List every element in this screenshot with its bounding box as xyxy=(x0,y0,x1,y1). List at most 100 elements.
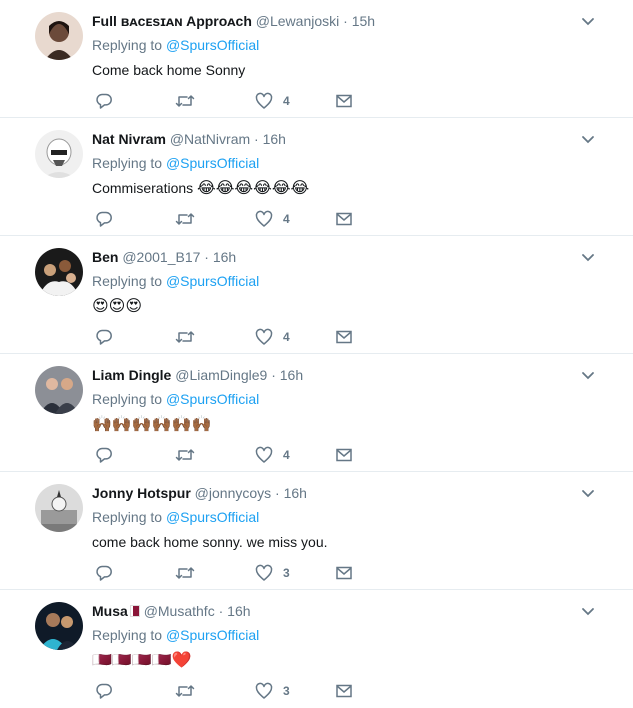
reply-button[interactable] xyxy=(95,327,113,347)
user-handle[interactable]: @Lewanjoski xyxy=(256,13,339,29)
envelope-icon xyxy=(336,212,352,226)
avatar[interactable] xyxy=(35,248,83,296)
user-handle[interactable]: @Musathfc xyxy=(144,603,215,619)
replying-prefix: Replying to xyxy=(92,391,163,407)
retweet-button[interactable] xyxy=(175,563,195,583)
timestamp[interactable]: 16h xyxy=(280,367,303,383)
direct-message-button[interactable] xyxy=(335,91,353,111)
user-handle[interactable]: @LiamDingle9 xyxy=(175,367,267,383)
separator-dot: · xyxy=(275,485,280,501)
retweet-button[interactable] xyxy=(175,445,195,465)
like-button[interactable]: 4 xyxy=(255,327,290,347)
like-count: 3 xyxy=(283,566,290,580)
reply-feed: Full ʙᴀᴄᴇѕɪᴀɴ Approᴀch @Lewanjoski · 15h… xyxy=(0,0,633,702)
mention-link[interactable]: @SpursOfficial xyxy=(166,37,259,53)
user-handle[interactable]: @jonnycoys xyxy=(195,485,271,501)
tweet-header: Liam Dingle @LiamDingle9 · 16h xyxy=(92,366,303,384)
tweet[interactable]: Ben @2001_B17 · 16h Replying to @SpursOf… xyxy=(0,236,633,354)
reply-icon xyxy=(96,565,112,581)
like-button[interactable]: 4 xyxy=(255,91,290,111)
reply-button[interactable] xyxy=(95,563,113,583)
reply-icon xyxy=(96,93,112,109)
reply-icon xyxy=(96,329,112,345)
direct-message-button[interactable] xyxy=(335,327,353,347)
heart-icon xyxy=(255,92,273,109)
separator-dot: · xyxy=(218,603,224,619)
chevron-down-icon[interactable] xyxy=(581,486,595,500)
chevron-down-icon[interactable] xyxy=(581,604,595,618)
envelope-icon xyxy=(336,94,352,108)
replying-to: Replying to @SpursOfficial xyxy=(92,154,259,172)
tweet[interactable]: Nat Nivram @NatNivram · 16h Replying to … xyxy=(0,118,633,236)
reply-icon xyxy=(96,211,112,227)
retweet-icon xyxy=(175,449,195,461)
tweet-text: 🇶🇦🇶🇦🇶🇦🇶🇦❤️ xyxy=(92,650,192,670)
display-name[interactable]: Musa xyxy=(92,603,128,619)
user-handle[interactable]: @2001_B17 xyxy=(122,249,200,265)
display-name[interactable]: Ben xyxy=(92,249,118,265)
tweet[interactable]: Jonny Hotspur @jonnycoys · 16h Replying … xyxy=(0,472,633,590)
tweet-actions: 3 xyxy=(95,681,365,701)
tweet[interactable]: Full ʙᴀᴄᴇѕɪᴀɴ Approᴀch @Lewanjoski · 15h… xyxy=(0,0,633,118)
chevron-down-icon[interactable] xyxy=(581,14,595,28)
reply-button[interactable] xyxy=(95,91,113,111)
retweet-icon xyxy=(175,567,195,579)
retweet-button[interactable] xyxy=(175,681,195,701)
display-name[interactable]: Nat Nivram xyxy=(92,131,166,147)
like-button[interactable]: 3 xyxy=(255,563,290,583)
display-name[interactable]: Liam Dingle xyxy=(92,367,171,383)
tweet-actions: 4 xyxy=(95,209,365,229)
like-button[interactable]: 4 xyxy=(255,445,290,465)
chevron-down-icon[interactable] xyxy=(581,132,595,146)
display-name[interactable]: Full ʙᴀᴄᴇѕɪᴀɴ Approᴀch xyxy=(92,13,252,29)
retweet-icon xyxy=(175,331,195,343)
avatar[interactable] xyxy=(35,366,83,414)
tweet-text: Come back home Sonny xyxy=(92,60,245,80)
replying-to: Replying to @SpursOfficial xyxy=(92,508,259,526)
mention-link[interactable]: @SpursOfficial xyxy=(166,391,259,407)
chevron-down-icon[interactable] xyxy=(581,368,595,382)
mention-link[interactable]: @SpursOfficial xyxy=(166,509,259,525)
tweet-text: 😍😍😍 xyxy=(92,296,142,316)
tweet-text-content: Commiserations xyxy=(92,180,194,196)
tweet-header: Jonny Hotspur @jonnycoys · 16h xyxy=(92,484,307,502)
avatar[interactable] xyxy=(35,130,83,178)
mention-link[interactable]: @SpursOfficial xyxy=(166,273,259,289)
retweet-button[interactable] xyxy=(175,327,195,347)
avatar[interactable] xyxy=(35,602,83,650)
tweet-text: 🙌🏾🙌🏾🙌🏾🙌🏾🙌🏾🙌🏾 xyxy=(92,414,212,434)
direct-message-button[interactable] xyxy=(335,209,353,229)
tweet-text: come back home sonny. we miss you. xyxy=(92,532,328,552)
timestamp[interactable]: 16h xyxy=(213,249,236,265)
tweet[interactable]: Liam Dingle @LiamDingle9 · 16h Replying … xyxy=(0,354,633,472)
avatar[interactable] xyxy=(35,12,83,60)
timestamp[interactable]: 16h xyxy=(284,485,307,501)
chevron-down-icon[interactable] xyxy=(581,250,595,264)
replying-prefix: Replying to xyxy=(92,155,163,171)
tweet-header: Ben @2001_B17 · 16h xyxy=(92,248,236,266)
qatar-flag-icon xyxy=(129,605,140,617)
timestamp[interactable]: 15h xyxy=(352,13,375,29)
like-count: 4 xyxy=(283,94,290,108)
heart-icon xyxy=(255,564,273,581)
direct-message-button[interactable] xyxy=(335,445,353,465)
reply-button[interactable] xyxy=(95,681,113,701)
user-handle[interactable]: @NatNivram xyxy=(170,131,250,147)
mention-link[interactable]: @SpursOfficial xyxy=(166,627,259,643)
avatar[interactable] xyxy=(35,484,83,532)
direct-message-button[interactable] xyxy=(335,681,353,701)
display-name[interactable]: Jonny Hotspur xyxy=(92,485,191,501)
retweet-button[interactable] xyxy=(175,91,195,111)
timestamp[interactable]: 16h xyxy=(263,131,286,147)
reply-button[interactable] xyxy=(95,209,113,229)
tweet-text-content: Come back home Sonny xyxy=(92,62,246,78)
timestamp[interactable]: 16h xyxy=(227,603,250,619)
reply-button[interactable] xyxy=(95,445,113,465)
like-button[interactable]: 4 xyxy=(255,209,290,229)
heart-icon xyxy=(255,446,273,463)
like-button[interactable]: 3 xyxy=(255,681,290,701)
retweet-button[interactable] xyxy=(175,209,195,229)
tweet[interactable]: Musa @Musathfc · 16h Replying to @SpursO… xyxy=(0,590,633,708)
mention-link[interactable]: @SpursOfficial xyxy=(166,155,259,171)
direct-message-button[interactable] xyxy=(335,563,353,583)
